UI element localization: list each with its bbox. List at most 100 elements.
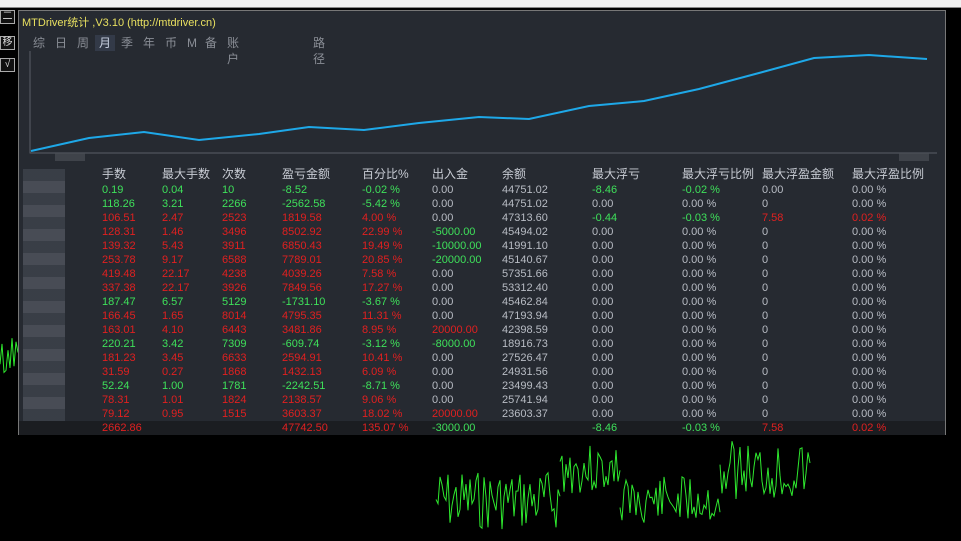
table-cell: 0.00 %	[852, 324, 887, 336]
table-cell: -8.46	[592, 422, 618, 434]
table-cell: 0.00 %	[682, 268, 717, 280]
table-cell: 0.00 %	[852, 226, 887, 238]
table-cell: 41991.10	[502, 240, 548, 252]
table-cell: 4238	[222, 268, 247, 280]
table-cell: 0.00	[432, 184, 454, 196]
table-cell: 187.47	[102, 296, 136, 308]
table-cell: 0.00	[592, 254, 614, 266]
table-cell: 0.00	[592, 394, 614, 406]
table-cell: 0.00 %	[852, 380, 887, 392]
table-cell: 0.27	[162, 366, 184, 378]
table-cell: 7849.56	[282, 282, 322, 294]
table-cell: 0.00 %	[852, 254, 887, 266]
table-cell: 53312.40	[502, 282, 548, 294]
table-row: 118.26 3.21 2266 -2562.58 -5.42 % 0.00 44751.0…	[19, 197, 945, 211]
table-cell: 0.00 %	[682, 338, 717, 350]
table-cell: 45140.67	[502, 254, 548, 266]
table-cell: 2523	[222, 212, 247, 224]
table-cell: 0.00 %	[852, 198, 887, 210]
tab-0[interactable]: 综	[29, 35, 49, 51]
tab-8[interactable]: 备	[201, 35, 221, 51]
table-row: 220.21 3.42 7309 -609.74 -3.12 % -8000.00 1891…	[19, 337, 945, 351]
table-cell: 0.00 %	[852, 310, 887, 322]
table-cell: 0	[762, 226, 769, 238]
tab-9[interactable]: 账户	[223, 35, 243, 66]
table-cell: 45462.84	[502, 296, 548, 308]
table-cell: 22.17	[162, 268, 190, 280]
table-cell: 0.00 %	[852, 184, 887, 196]
table-cell: 0.00 %	[682, 324, 717, 336]
table-cell: 57351.66	[502, 268, 548, 280]
table-cell: 7789.01	[282, 254, 322, 266]
price-line	[719, 441, 811, 500]
table-cell: -609.74	[282, 338, 320, 350]
table-cell: 0.00 %	[682, 240, 717, 252]
table-cell: 8502.92	[282, 226, 322, 238]
table-cell: 0.00	[592, 198, 614, 210]
table-cell: -0.03 %	[682, 212, 720, 224]
table-cell: -5.42 %	[362, 198, 400, 210]
side-button-check[interactable]: √	[0, 58, 15, 72]
column-header: 最大浮亏	[592, 167, 641, 181]
column-header: 最大浮盈金额	[762, 167, 835, 181]
table-cell: 9.06 %	[362, 394, 397, 406]
table-cell: 2138.57	[282, 394, 322, 406]
table-cell: 19.49 %	[362, 240, 403, 252]
table-row: 337.38 22.17 3926 7849.56 17.27 % 0.00 53312.4…	[19, 281, 945, 295]
tab-6[interactable]: 币	[161, 35, 181, 51]
table-cell: 24931.56	[502, 366, 548, 378]
tab-10[interactable]: 路径	[309, 35, 329, 66]
table-cell: 47742.50	[282, 422, 328, 434]
table-cell: 0.00	[432, 352, 454, 364]
table-cell: 2.47	[162, 212, 184, 224]
table-cell: -1731.10	[282, 296, 326, 308]
table-cell: 17.27 %	[362, 282, 403, 294]
table-cell: 11.31 %	[362, 310, 402, 322]
side-button-minimize[interactable]: 二	[0, 10, 15, 24]
table-cell: 1.65	[162, 310, 184, 322]
table-row: 106.51 2.47 2523 1819.58 4.00 % 0.00 47313.60 -…	[19, 211, 945, 225]
table-cell: 0	[762, 338, 769, 350]
tab-5[interactable]: 年	[139, 35, 159, 51]
column-header: 次数	[222, 167, 247, 181]
table-cell: 20.85 %	[362, 254, 403, 266]
column-header: 最大手数	[162, 167, 211, 181]
tab-7[interactable]: M	[183, 35, 201, 51]
tab-3[interactable]: 月	[95, 35, 116, 51]
side-button-move[interactable]: 移	[0, 36, 15, 50]
table-cell: 0.00 %	[682, 254, 717, 266]
tab-4[interactable]: 季	[117, 35, 137, 51]
table-cell: 0.00	[592, 282, 614, 294]
table-row: 163.01 4.10 6443 3481.86 8.95 % 20000.00 42398…	[19, 323, 945, 337]
table-cell: 47193.94	[502, 310, 548, 322]
table-cell: 1781	[222, 380, 247, 392]
table-cell: 4039.26	[282, 268, 322, 280]
table-cell: 0.00 %	[682, 310, 717, 322]
table-cell: 23499.43	[502, 380, 548, 392]
table-row: 181.23 3.45 6633 2594.91 10.41 % 0.00 27526.47…	[19, 351, 945, 365]
table-cell: 0.00 %	[852, 268, 887, 280]
table-cell: 0.00 %	[852, 296, 887, 308]
table-row: 419.48 22.17 4238 4039.26 7.58 % 0.00 57351.66…	[19, 267, 945, 281]
table-cell: 18916.73	[502, 338, 548, 350]
table-cell: 0	[762, 310, 769, 322]
table-cell: 0	[762, 240, 769, 252]
table-cell: 0.00	[592, 296, 614, 308]
table-row: 0.19 0.04 10 -8.52 -0.02 % 0.00 44751.02 -8.46 -…	[19, 183, 945, 197]
table-cell: 3603.37	[282, 408, 322, 420]
table-cell: 0.00	[432, 268, 454, 280]
table-cell: 47313.60	[502, 212, 548, 224]
table-cell: 118.26	[102, 198, 135, 210]
tab-1[interactable]: 日	[51, 35, 71, 51]
table-cell: 4.00 %	[362, 212, 397, 224]
tab-2[interactable]: 周	[73, 35, 93, 51]
table-cell: 0.00	[592, 380, 614, 392]
table-cell: 181.23	[102, 352, 136, 364]
table-cell: -8.46	[592, 184, 618, 196]
table-cell: 1.46	[162, 226, 184, 238]
table-header: 手数 最大手数 次数 盈亏金额 百分比% 出入金 余额 最大浮亏 最大浮亏比例 最大浮盈金额 最大浮…	[19, 167, 945, 181]
stats-panel: MTDriver统计 ,V3.10 (http://mtdriver.cn) 综…	[18, 10, 946, 435]
table-cell: 3481.86	[282, 324, 322, 336]
table-cell: 0.00 %	[682, 226, 717, 238]
table-cell: 0	[762, 282, 769, 294]
